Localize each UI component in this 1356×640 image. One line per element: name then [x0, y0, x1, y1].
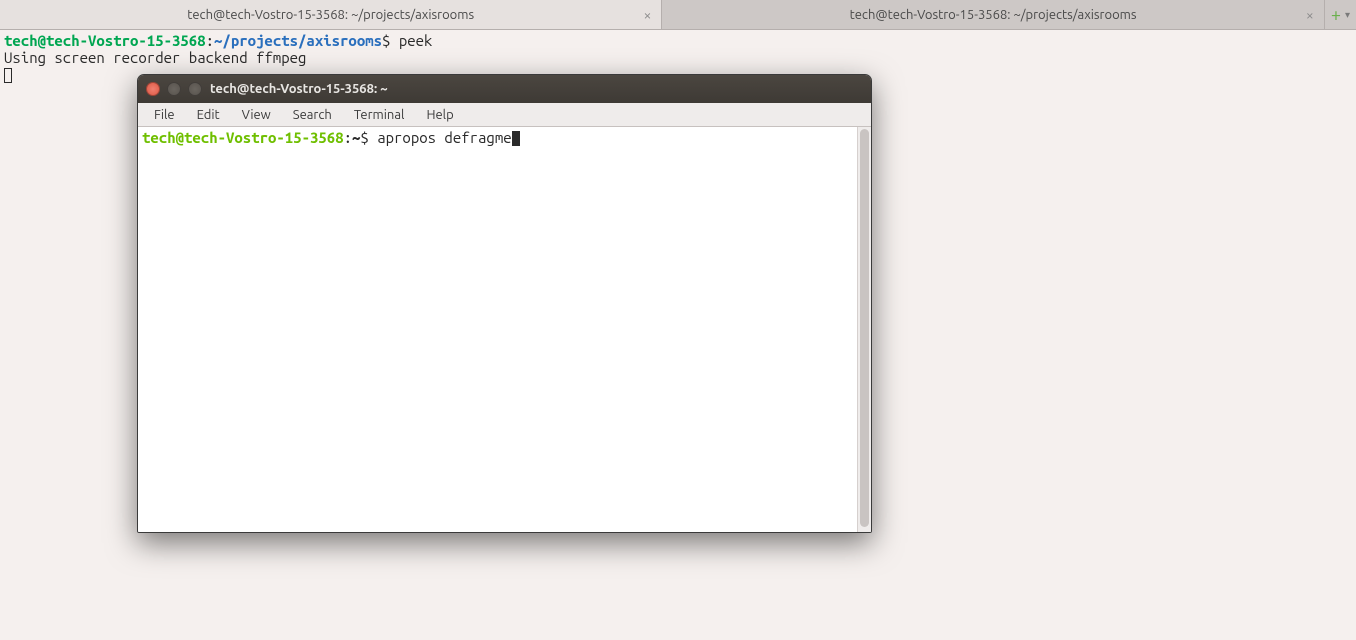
menu-view[interactable]: View — [232, 106, 281, 124]
outer-tab-bar: tech@tech-Vostro-15-3568: ~/projects/axi… — [0, 0, 1356, 30]
window-title: tech@tech-Vostro-15-3568: ~ — [210, 82, 388, 96]
bg-command: peek — [399, 32, 433, 49]
menu-terminal[interactable]: Terminal — [344, 106, 415, 124]
bg-prompt-line: tech@tech-Vostro-15-3568:~/projects/axis… — [4, 32, 1352, 49]
menu-search[interactable]: Search — [283, 106, 342, 124]
bg-cursor-box — [4, 68, 12, 83]
tab-dropdown-icon[interactable]: ▾ — [1345, 9, 1350, 21]
window-close-icon[interactable] — [146, 82, 160, 96]
fg-command: apropos defragme — [377, 129, 511, 146]
fg-prompt-sep: : — [344, 129, 352, 146]
close-icon[interactable]: × — [644, 8, 652, 22]
terminal-content: tech@tech-Vostro-15-3568:~$ apropos defr… — [138, 127, 857, 532]
bg-prompt-end: $ — [382, 32, 399, 49]
bg-output-line: Using screen recorder backend ffmpeg — [4, 49, 1352, 66]
outer-tab-2[interactable]: tech@tech-Vostro-15-3568: ~/projects/axi… — [661, 0, 1323, 29]
window-buttons — [146, 82, 202, 96]
outer-tab-1[interactable]: tech@tech-Vostro-15-3568: ~/projects/axi… — [0, 0, 661, 29]
fg-prompt-end: $ — [360, 129, 377, 146]
menu-file[interactable]: File — [144, 106, 185, 124]
close-icon[interactable]: × — [1306, 8, 1314, 22]
window-maximize-icon[interactable] — [188, 82, 202, 96]
window-titlebar[interactable]: tech@tech-Vostro-15-3568: ~ — [138, 75, 871, 103]
scrollbar-thumb[interactable] — [860, 129, 869, 527]
menu-edit[interactable]: Edit — [187, 106, 230, 124]
scrollbar[interactable] — [857, 127, 871, 532]
outer-tab-1-title: tech@tech-Vostro-15-3568: ~/projects/axi… — [187, 8, 474, 22]
menu-help[interactable]: Help — [416, 106, 463, 124]
terminal-cursor — [512, 131, 520, 146]
menubar: File Edit View Search Terminal Help — [138, 103, 871, 127]
window-minimize-icon[interactable] — [167, 82, 181, 96]
bg-prompt-sep: : — [206, 32, 214, 49]
terminal-window: tech@tech-Vostro-15-3568: ~ File Edit Vi… — [137, 74, 872, 533]
bg-prompt-user: tech@tech-Vostro-15-3568 — [4, 32, 206, 49]
tab-tools: + ▾ — [1324, 0, 1356, 29]
terminal-body[interactable]: tech@tech-Vostro-15-3568:~$ apropos defr… — [138, 127, 871, 532]
bg-prompt-path: ~/projects/axisrooms — [214, 32, 382, 49]
fg-prompt-user: tech@tech-Vostro-15-3568 — [142, 129, 344, 146]
outer-tab-2-title: tech@tech-Vostro-15-3568: ~/projects/axi… — [850, 8, 1137, 22]
new-tab-icon[interactable]: + — [1331, 6, 1341, 24]
